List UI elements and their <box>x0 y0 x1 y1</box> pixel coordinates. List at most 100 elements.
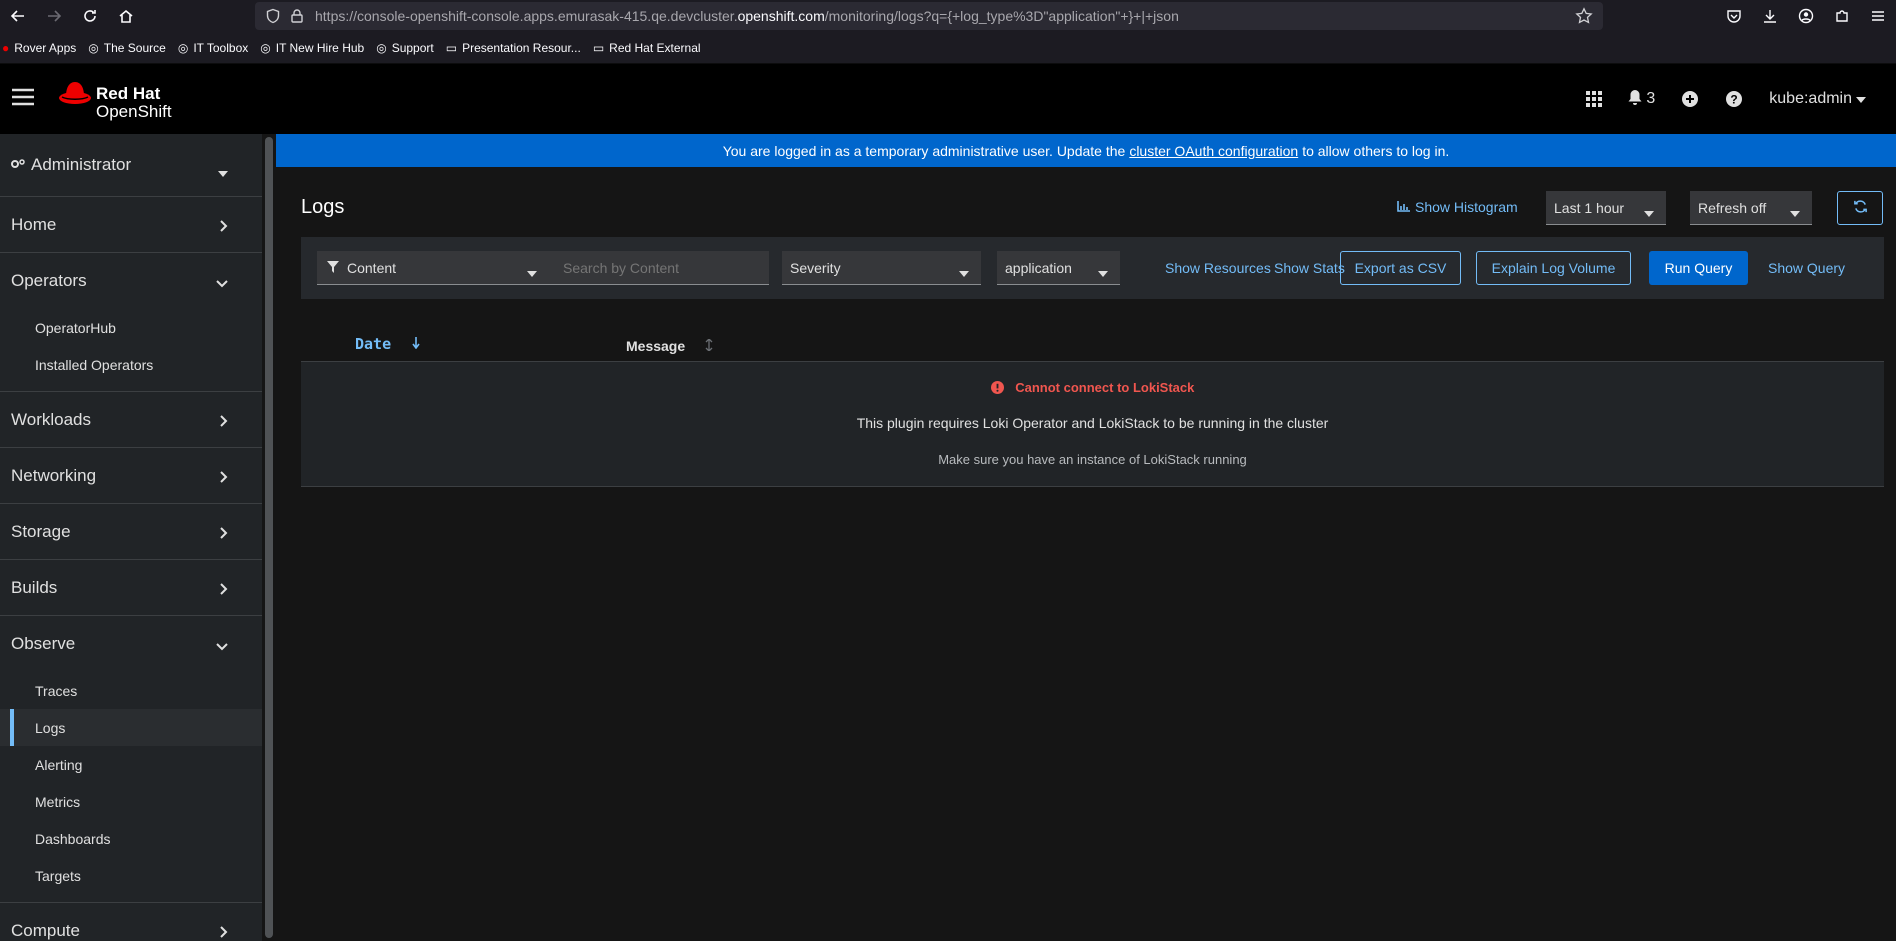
date-column-header[interactable]: Date <box>355 335 420 353</box>
masthead: Red Hat OpenShift 3 ? kube:admin <box>0 64 1896 134</box>
hamburger-menu-icon[interactable] <box>12 88 34 111</box>
sidebar-item-storage[interactable]: Storage <box>0 504 262 560</box>
sidebar-item-label: Compute <box>11 920 80 940</box>
bookmark-item[interactable]: ◎ IT Toolbox <box>178 41 248 55</box>
sidebar-item-label: Networking <box>11 465 97 485</box>
lock-icon[interactable] <box>289 8 305 24</box>
show-query-button[interactable]: Show Query <box>1768 260 1845 276</box>
search-content-input[interactable] <box>549 251 769 285</box>
refresh-interval-select[interactable]: Refresh off <box>1690 191 1812 225</box>
brand-line2: OpenShift <box>96 102 172 121</box>
show-histogram-button[interactable]: Show Histogram <box>1397 199 1518 215</box>
download-icon[interactable] <box>1752 8 1788 24</box>
show-resources-button[interactable]: Show Resources <box>1165 260 1271 276</box>
chevron-right-icon <box>220 923 228 941</box>
bookmark-item[interactable]: ◎ Support <box>376 41 434 55</box>
app-launcher-icon[interactable] <box>1586 91 1603 107</box>
help-icon[interactable]: ? <box>1725 90 1743 108</box>
sidebar-item-installed-operators[interactable]: Installed Operators <box>0 346 262 383</box>
filter-icon <box>327 260 339 276</box>
menu-icon[interactable] <box>1860 8 1896 24</box>
bookmark-star-icon[interactable] <box>1575 7 1593 30</box>
sidebar-item-label: Builds <box>11 577 58 597</box>
redhat-logo-icon[interactable] <box>58 80 92 111</box>
sidebar-item-label: Home <box>11 214 57 234</box>
sidebar-item-targets[interactable]: Targets <box>0 857 262 894</box>
refresh-button[interactable] <box>1837 191 1883 225</box>
message-column-header[interactable]: Message <box>626 338 713 354</box>
sidebar-item-alerting[interactable]: Alerting <box>0 746 262 783</box>
extensions-icon[interactable] <box>1824 8 1860 24</box>
home-icon[interactable] <box>108 0 144 32</box>
chevron-right-icon <box>220 524 228 544</box>
tenant-value: application <box>1005 259 1072 276</box>
show-stats-button[interactable]: Show Stats <box>1274 260 1345 276</box>
caret-down-icon <box>1644 204 1654 220</box>
logs-table: Date Message Cannot connect to LokiStack… <box>301 322 1884 487</box>
sidebar-item-operatorhub[interactable]: OperatorHub <box>0 309 262 346</box>
folder-icon: ▭ <box>592 40 605 55</box>
caret-down-icon <box>959 264 969 280</box>
sidebar-item-compute[interactable]: Compute <box>0 903 262 941</box>
bell-icon <box>1628 89 1642 110</box>
caret-down-icon <box>1790 204 1800 220</box>
message-column-label: Message <box>626 338 686 354</box>
bookmark-item[interactable]: ◎ IT New Hire Hub <box>260 41 364 55</box>
bookmark-item[interactable]: ◎ The Source <box>88 41 166 55</box>
user-menu[interactable]: kube:admin <box>1769 90 1866 108</box>
chevron-right-icon <box>220 412 228 432</box>
show-histogram-label: Show Histogram <box>1415 199 1518 215</box>
filter-attribute-value: Content <box>347 259 397 276</box>
run-query-button[interactable]: Run Query <box>1649 251 1748 285</box>
notifications-button[interactable]: 3 <box>1628 89 1655 110</box>
sidebar-nav: Administrator Home Operators OperatorHub… <box>0 134 262 941</box>
sort-down-icon <box>412 335 420 353</box>
tenant-select[interactable]: application <box>997 251 1120 285</box>
back-icon[interactable] <box>0 0 36 32</box>
brand-line1: Red Hat <box>96 84 161 103</box>
severity-value: Severity <box>790 259 841 276</box>
url-text: https://console-openshift-console.apps.e… <box>315 8 1179 24</box>
sidebar-item-traces[interactable]: Traces <box>0 672 262 709</box>
shield-icon[interactable] <box>265 8 281 24</box>
pocket-icon[interactable] <box>1716 8 1752 24</box>
query-toolbar: Content Severity application Show Resour… <box>301 237 1884 299</box>
sidebar-item-dashboards[interactable]: Dashboards <box>0 820 262 857</box>
reload-icon[interactable] <box>72 0 108 32</box>
time-range-value: Last 1 hour <box>1554 199 1625 216</box>
forward-icon[interactable] <box>36 0 72 32</box>
bookmark-folder[interactable]: ▭ Presentation Resour... <box>446 41 581 55</box>
sidebar-item-home[interactable]: Home <box>0 197 262 253</box>
explain-log-volume-button[interactable]: Explain Log Volume <box>1476 251 1631 285</box>
account-icon[interactable] <box>1788 8 1824 24</box>
chevron-down-icon <box>216 273 228 293</box>
cluster-oauth-link[interactable]: cluster OAuth configuration <box>1129 143 1298 159</box>
bookmark-folder[interactable]: ▭ Red Hat External <box>593 41 701 55</box>
export-csv-button[interactable]: Export as CSV <box>1340 251 1461 285</box>
bookmark-item[interactable]: ● Rover Apps <box>2 41 76 55</box>
sidebar-item-networking[interactable]: Networking <box>0 448 262 504</box>
cogs-icon <box>11 155 25 175</box>
browser-toolbar: https://console-openshift-console.apps.e… <box>0 0 1896 32</box>
perspective-switcher[interactable]: Administrator <box>0 134 262 197</box>
sidebar-item-metrics[interactable]: Metrics <box>0 783 262 820</box>
time-range-select[interactable]: Last 1 hour <box>1546 191 1666 225</box>
sidebar-item-observe[interactable]: Observe <box>0 616 262 672</box>
severity-select[interactable]: Severity <box>782 251 981 285</box>
sidebar-item-operators[interactable]: Operators <box>0 253 262 309</box>
page-title: Logs <box>301 196 345 218</box>
exclamation-circle-icon <box>990 381 1004 397</box>
sidebar-item-builds[interactable]: Builds <box>0 560 262 616</box>
address-bar[interactable]: https://console-openshift-console.apps.e… <box>255 2 1603 30</box>
add-icon[interactable] <box>1681 90 1699 108</box>
sidebar-item-logs[interactable]: Logs <box>0 709 262 746</box>
bookmarks-bar: ● Rover Apps ◎ The Source ◎ IT Toolbox ◎ IT … <box>0 32 1896 64</box>
chevron-right-icon <box>220 468 228 488</box>
sidebar-scrollbar-thumb[interactable] <box>265 137 273 938</box>
caret-down-icon <box>218 162 228 182</box>
sidebar-item-workloads[interactable]: Workloads <box>0 392 262 448</box>
main-content: Logs Show Histogram Last 1 hour Refresh … <box>276 167 1896 941</box>
banner-text: to allow others to log in. <box>1302 142 1450 159</box>
filter-attribute-select[interactable]: Content <box>317 251 549 285</box>
folder-icon: ▭ <box>445 40 458 55</box>
